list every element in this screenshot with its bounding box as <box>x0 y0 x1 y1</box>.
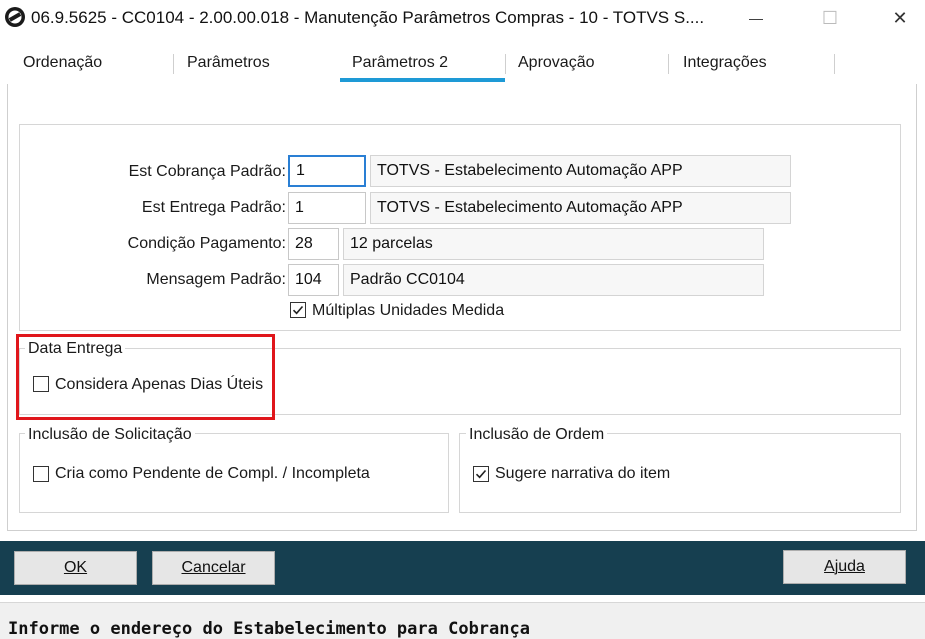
tab-ordenacao[interactable]: Ordenação <box>23 54 102 72</box>
help-button-label: Ajuda <box>824 558 865 575</box>
red-highlight-box <box>16 334 275 420</box>
help-button[interactable]: Ajuda <box>783 550 906 584</box>
selected-tab-indicator <box>340 78 505 82</box>
close-button[interactable]: ✕ <box>886 4 914 32</box>
condicao-pagamento-description: 12 parcelas <box>343 228 764 260</box>
status-message: Informe o endereço do Estabelecimento pa… <box>8 619 530 639</box>
est-cobranca-input[interactable] <box>288 155 366 187</box>
est-entrega-label: Est Entrega Padrão: <box>141 199 286 216</box>
est-entrega-description: TOTVS - Estabelecimento Automação APP <box>370 192 791 224</box>
window-title: 06.9.5625 - CC0104 - 2.00.00.018 - Manut… <box>31 8 705 27</box>
ok-button[interactable]: OK <box>14 551 137 585</box>
cria-pendente-checkbox[interactable] <box>33 466 49 482</box>
checkmark-icon <box>292 305 304 315</box>
minimize-icon: — <box>749 10 763 26</box>
est-cobranca-description: TOTVS - Estabelecimento Automação APP <box>370 155 791 187</box>
inclusao-ordem-title: Inclusão de Ordem <box>466 426 608 444</box>
sugere-narrativa-checkbox[interactable] <box>473 466 489 482</box>
cria-pendente-label: Cria como Pendente de Compl. / Incomplet… <box>55 465 370 482</box>
inclusao-solicitacao-title: Inclusão de Solicitação <box>25 426 195 444</box>
sugere-narrativa-label: Sugere narrativa do item <box>495 465 671 482</box>
tab-separator <box>668 54 669 74</box>
mensagem-padrao-label: Mensagem Padrão: <box>146 271 286 288</box>
tab-separator <box>173 54 174 74</box>
ok-button-label: OK <box>63 559 88 576</box>
multiplas-unidades-label: Múltiplas Unidades Medida <box>312 302 505 319</box>
tab-strip <box>0 36 925 84</box>
cancel-button-label: Cancelar <box>181 559 246 576</box>
est-entrega-input[interactable] <box>288 192 366 224</box>
tab-aprovacao[interactable]: Aprovação <box>518 54 595 72</box>
condicao-pagamento-input[interactable] <box>288 228 339 260</box>
condicao-pagamento-label: Condição Pagamento: <box>127 235 286 252</box>
tab-parametros-2[interactable]: Parâmetros 2 <box>352 54 448 72</box>
tab-separator <box>505 54 506 74</box>
tab-separator <box>834 54 835 74</box>
maximize-button[interactable]: ☐ <box>816 4 844 32</box>
est-cobranca-label: Est Cobrança Padrão: <box>128 163 286 180</box>
close-icon: ✕ <box>892 7 908 28</box>
maximize-icon: ☐ <box>821 7 839 28</box>
cancel-button[interactable]: Cancelar <box>152 551 275 585</box>
tab-integracoes[interactable]: Integrações <box>683 54 767 72</box>
minimize-button[interactable]: — <box>742 4 770 32</box>
tab-parametros[interactable]: Parâmetros <box>187 54 270 72</box>
totvs-logo-icon <box>4 6 26 28</box>
mensagem-padrao-input[interactable] <box>288 264 339 296</box>
checkmark-icon <box>475 469 487 479</box>
mensagem-padrao-description: Padrão CC0104 <box>343 264 764 296</box>
multiplas-unidades-checkbox[interactable] <box>290 302 306 318</box>
